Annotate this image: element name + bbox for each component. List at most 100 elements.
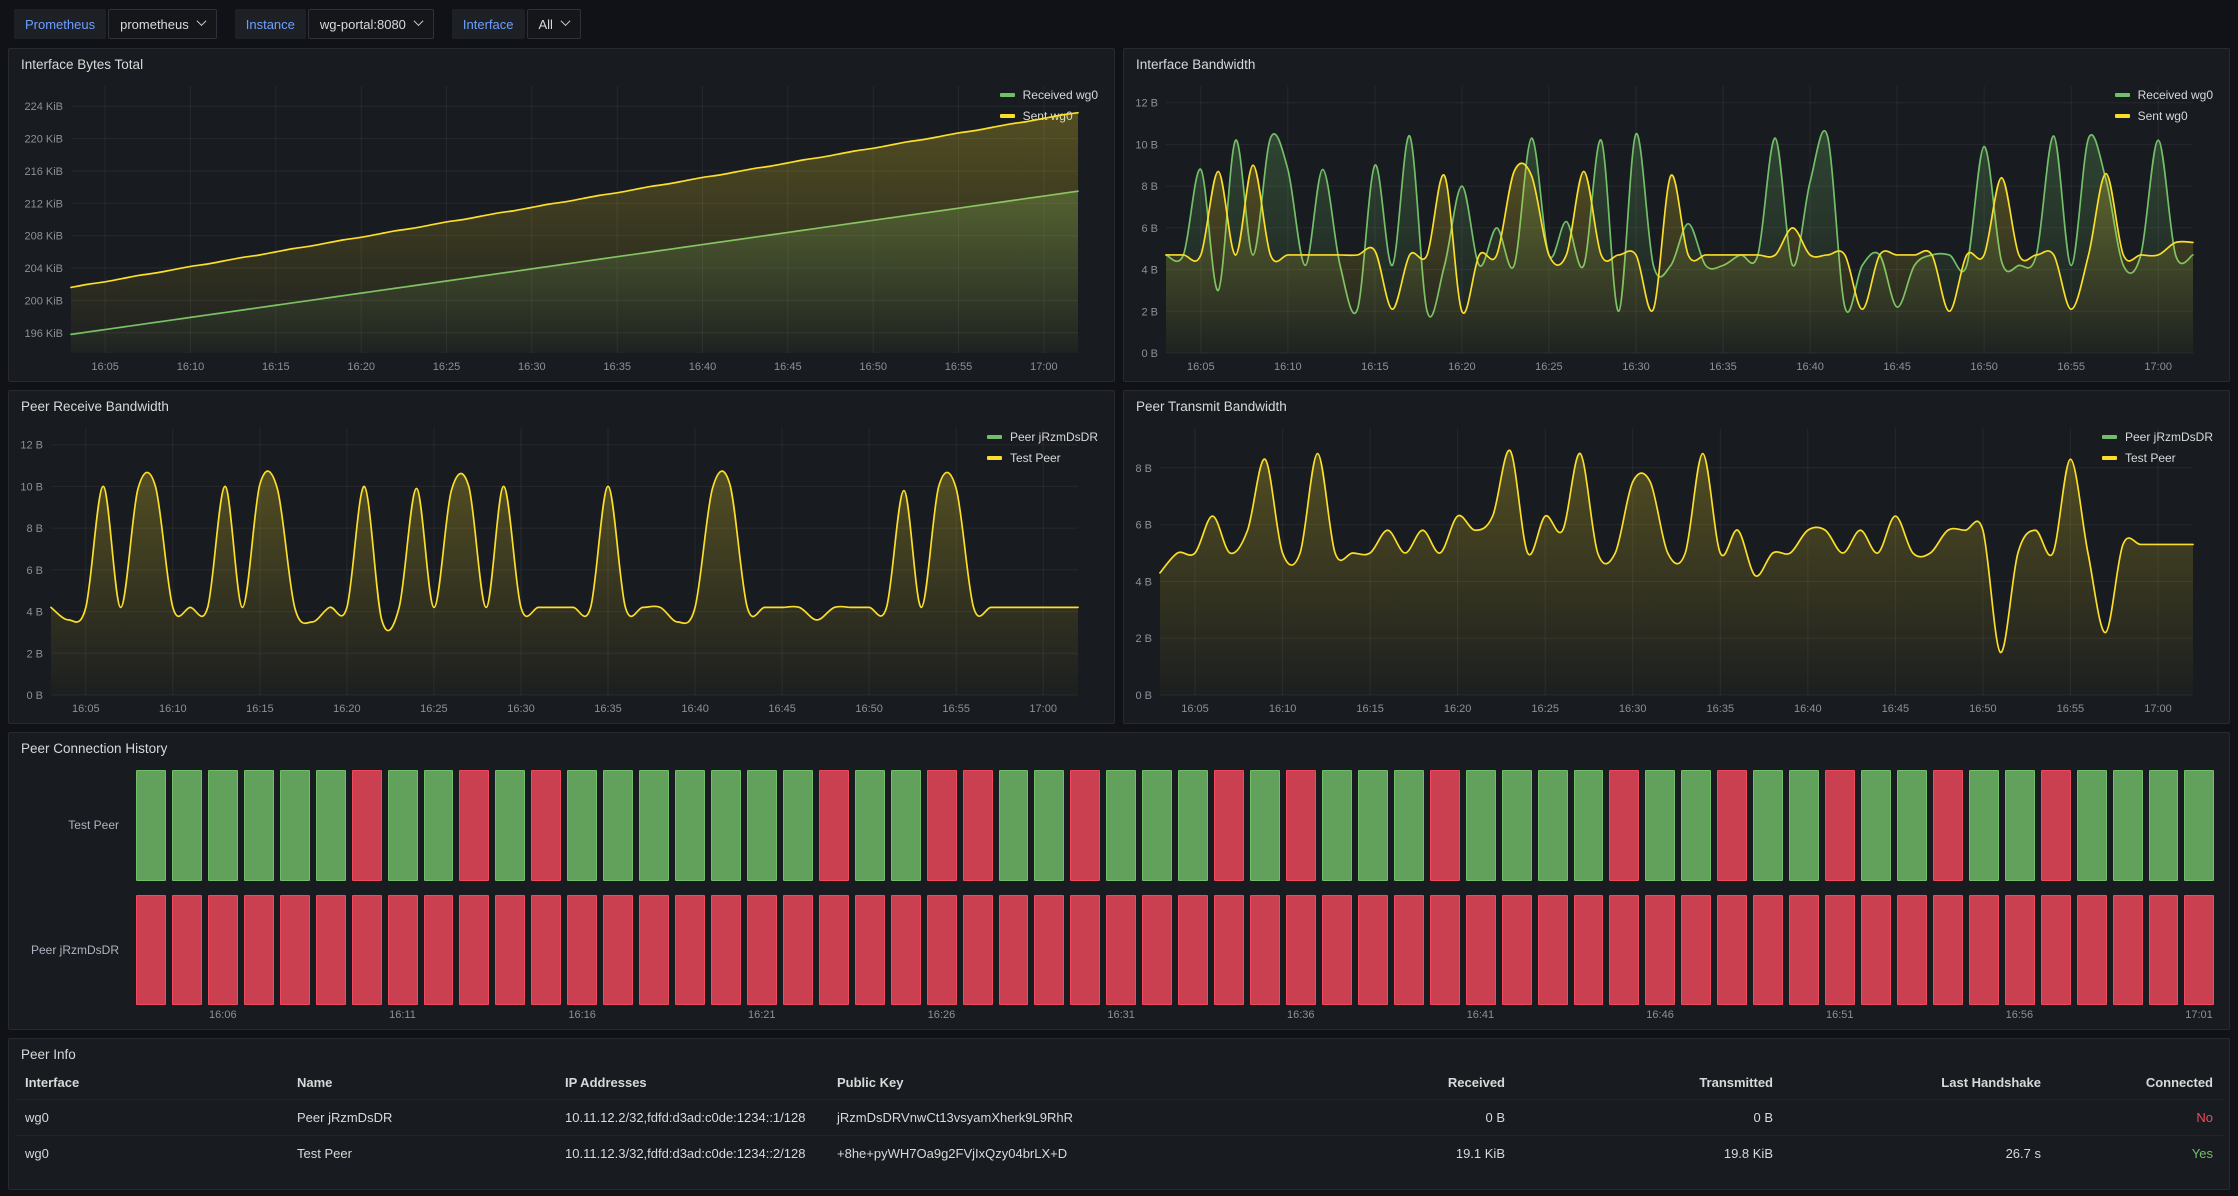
status-bar-down[interactable] xyxy=(1286,770,1316,881)
status-bar-up[interactable] xyxy=(1538,770,1568,881)
status-bar-down[interactable] xyxy=(639,895,669,1006)
status-bar-up[interactable] xyxy=(1574,770,1604,881)
status-bar-down[interactable] xyxy=(999,895,1029,1006)
status-bar-down[interactable] xyxy=(388,895,418,1006)
status-bar-down[interactable] xyxy=(459,895,489,1006)
status-bar-up[interactable] xyxy=(639,770,669,881)
panel-title[interactable]: Peer Transmit Bandwidth xyxy=(1124,391,2229,418)
status-bar-down[interactable] xyxy=(531,895,561,1006)
status-bar-down[interactable] xyxy=(819,770,849,881)
status-bar-up[interactable] xyxy=(388,770,418,881)
status-bar-down[interactable] xyxy=(352,770,382,881)
status-bar-up[interactable] xyxy=(855,770,885,881)
time-series-chart[interactable]: 16:0516:1016:1516:2016:2516:3016:3516:40… xyxy=(11,76,986,377)
time-series-chart[interactable]: 16:0516:1016:1516:2016:2516:3016:3516:40… xyxy=(1126,418,2088,719)
status-bar-up[interactable] xyxy=(1142,770,1172,881)
status-bar-down[interactable] xyxy=(2184,895,2214,1006)
status-bar-up[interactable] xyxy=(1789,770,1819,881)
status-bar-down[interactable] xyxy=(1609,770,1639,881)
status-bar-down[interactable] xyxy=(1286,895,1316,1006)
status-bar-down[interactable] xyxy=(1466,895,1496,1006)
status-bar-down[interactable] xyxy=(1897,895,1927,1006)
status-bar-down[interactable] xyxy=(1861,895,1891,1006)
status-bar-up[interactable] xyxy=(1897,770,1927,881)
status-bar-up[interactable] xyxy=(603,770,633,881)
col-header-connected[interactable]: Connected xyxy=(2051,1075,2223,1090)
status-bar-down[interactable] xyxy=(603,895,633,1006)
status-bar-down[interactable] xyxy=(1825,895,1855,1006)
status-bar-up[interactable] xyxy=(999,770,1029,881)
panel-title[interactable]: Interface Bandwidth xyxy=(1124,49,2229,76)
status-bar-down[interactable] xyxy=(891,895,921,1006)
status-bar-down[interactable] xyxy=(747,895,777,1006)
status-bar-down[interactable] xyxy=(2005,895,2035,1006)
variable-dropdown-instance[interactable]: wg-portal:8080 xyxy=(308,9,434,39)
status-bar-down[interactable] xyxy=(208,895,238,1006)
status-bar-down[interactable] xyxy=(1070,895,1100,1006)
status-bar-down[interactable] xyxy=(2041,770,2071,881)
status-bar-down[interactable] xyxy=(1178,895,1208,1006)
status-bar-up[interactable] xyxy=(208,770,238,881)
time-series-chart[interactable]: 16:0516:1016:1516:2016:2516:3016:3516:40… xyxy=(1126,76,2101,377)
status-bar-down[interactable] xyxy=(1825,770,1855,881)
status-bar-down[interactable] xyxy=(172,895,202,1006)
chart-canvas[interactable]: 16:0516:1016:1516:2016:2516:3016:3516:40… xyxy=(1126,76,2199,377)
status-bar-down[interactable] xyxy=(783,895,813,1006)
status-bar-up[interactable] xyxy=(1034,770,1064,881)
status-bar-up[interactable] xyxy=(1322,770,1352,881)
status-bar-up[interactable] xyxy=(2184,770,2214,881)
status-bar-up[interactable] xyxy=(1502,770,1532,881)
status-bar-down[interactable] xyxy=(927,770,957,881)
status-bar-up[interactable] xyxy=(280,770,310,881)
panel-title[interactable]: Peer Connection History xyxy=(9,733,2229,760)
time-series-chart[interactable]: 16:0516:1016:1516:2016:2516:3016:3516:40… xyxy=(11,418,973,719)
chart-canvas[interactable]: 16:0516:1016:1516:2016:2516:3016:3516:40… xyxy=(11,76,1084,377)
status-bar-down[interactable] xyxy=(1609,895,1639,1006)
variable-dropdown-prometheus[interactable]: prometheus xyxy=(108,9,217,39)
status-bar-down[interactable] xyxy=(1645,895,1675,1006)
status-bar-up[interactable] xyxy=(244,770,274,881)
status-bar-down[interactable] xyxy=(531,770,561,881)
col-header-name[interactable]: Name xyxy=(287,1075,555,1090)
variable-dropdown-interface[interactable]: All xyxy=(527,9,581,39)
status-bar-up[interactable] xyxy=(2113,770,2143,881)
col-header-public-key[interactable]: Public Key xyxy=(827,1075,1123,1090)
status-bar-up[interactable] xyxy=(1861,770,1891,881)
status-bar-down[interactable] xyxy=(1933,770,1963,881)
status-bar-down[interactable] xyxy=(1250,895,1280,1006)
status-bar-down[interactable] xyxy=(819,895,849,1006)
status-bar-down[interactable] xyxy=(1969,895,1999,1006)
status-bar-up[interactable] xyxy=(783,770,813,881)
status-bar-up[interactable] xyxy=(1681,770,1711,881)
status-bar-down[interactable] xyxy=(1717,895,1747,1006)
status-bar-down[interactable] xyxy=(1681,895,1711,1006)
status-bar-up[interactable] xyxy=(172,770,202,881)
status-bar-down[interactable] xyxy=(963,770,993,881)
status-bar-up[interactable] xyxy=(1753,770,1783,881)
status-bar-down[interactable] xyxy=(1358,895,1388,1006)
col-header-transmitted[interactable]: Transmitted xyxy=(1515,1075,1783,1090)
status-bar-down[interactable] xyxy=(1394,895,1424,1006)
status-bar-up[interactable] xyxy=(316,770,346,881)
status-bar-down[interactable] xyxy=(1214,770,1244,881)
status-bar-up[interactable] xyxy=(1466,770,1496,881)
status-bar-down[interactable] xyxy=(459,770,489,881)
panel-title[interactable]: Peer Receive Bandwidth xyxy=(9,391,1114,418)
status-bar-down[interactable] xyxy=(1070,770,1100,881)
col-header-ip-addresses[interactable]: IP Addresses xyxy=(555,1075,827,1090)
status-bar-down[interactable] xyxy=(1933,895,1963,1006)
status-bar-down[interactable] xyxy=(1142,895,1172,1006)
status-bar-up[interactable] xyxy=(747,770,777,881)
status-bar-down[interactable] xyxy=(2113,895,2143,1006)
status-bar-down[interactable] xyxy=(711,895,741,1006)
status-bar-up[interactable] xyxy=(136,770,166,881)
status-bar-down[interactable] xyxy=(1322,895,1352,1006)
status-bar-up[interactable] xyxy=(1106,770,1136,881)
status-bar-down[interactable] xyxy=(2149,895,2179,1006)
col-header-interface[interactable]: Interface xyxy=(15,1075,287,1090)
status-bar-up[interactable] xyxy=(1358,770,1388,881)
chart-canvas[interactable]: 16:0516:1016:1516:2016:2516:3016:3516:40… xyxy=(1126,418,2199,719)
status-bar-down[interactable] xyxy=(1753,895,1783,1006)
chart-canvas[interactable]: 16:0516:1016:1516:2016:2516:3016:3516:40… xyxy=(11,418,1084,719)
status-bar-down[interactable] xyxy=(963,895,993,1006)
